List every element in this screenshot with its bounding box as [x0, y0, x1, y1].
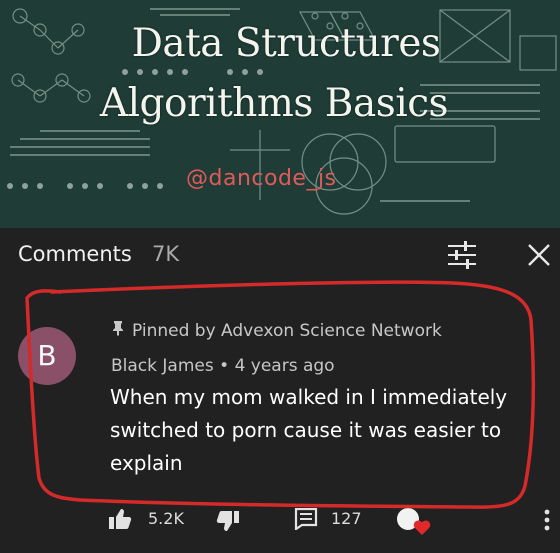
comments-header-title: Comments	[18, 242, 132, 266]
like-count: 5.2K	[148, 509, 184, 528]
comment-text: When my mom walked in I immediately swit…	[110, 385, 508, 475]
video-thumbnail[interactable]: Data Structures Algorithms Basics @danco…	[0, 0, 560, 228]
pin-icon	[112, 320, 126, 341]
pinned-text: Pinned by Advexon Science Network	[132, 321, 442, 341]
avatar[interactable]: B	[18, 327, 76, 385]
reply-icon[interactable]	[294, 507, 318, 532]
thumbs-up-icon[interactable]	[108, 508, 132, 530]
meta-separator: •	[219, 356, 235, 376]
comments-sheet: Comments 7K B Pinned by Advexon Science …	[0, 228, 560, 553]
comment-meta: Black James • 4 years ago	[111, 356, 335, 376]
pinned-indicator: Pinned by Advexon Science Network	[112, 320, 442, 341]
thumbnail-title-line-1: Data Structures	[131, 21, 441, 66]
close-icon[interactable]	[521, 237, 557, 273]
thumbnail-handle: @dancode_js	[186, 166, 337, 191]
comments-count: 7K	[152, 242, 180, 266]
comment-age: 4 years ago	[234, 356, 335, 376]
thumbs-down-icon[interactable]	[216, 510, 240, 532]
reply-count: 127	[331, 509, 362, 528]
more-vertical-icon[interactable]	[540, 506, 554, 536]
thumbnail-title-line-2: Algorithms Basics	[99, 81, 449, 126]
filter-sliders-icon[interactable]	[444, 238, 480, 272]
creator-heart-icon	[395, 506, 433, 536]
comment-author[interactable]: Black James	[111, 356, 214, 376]
